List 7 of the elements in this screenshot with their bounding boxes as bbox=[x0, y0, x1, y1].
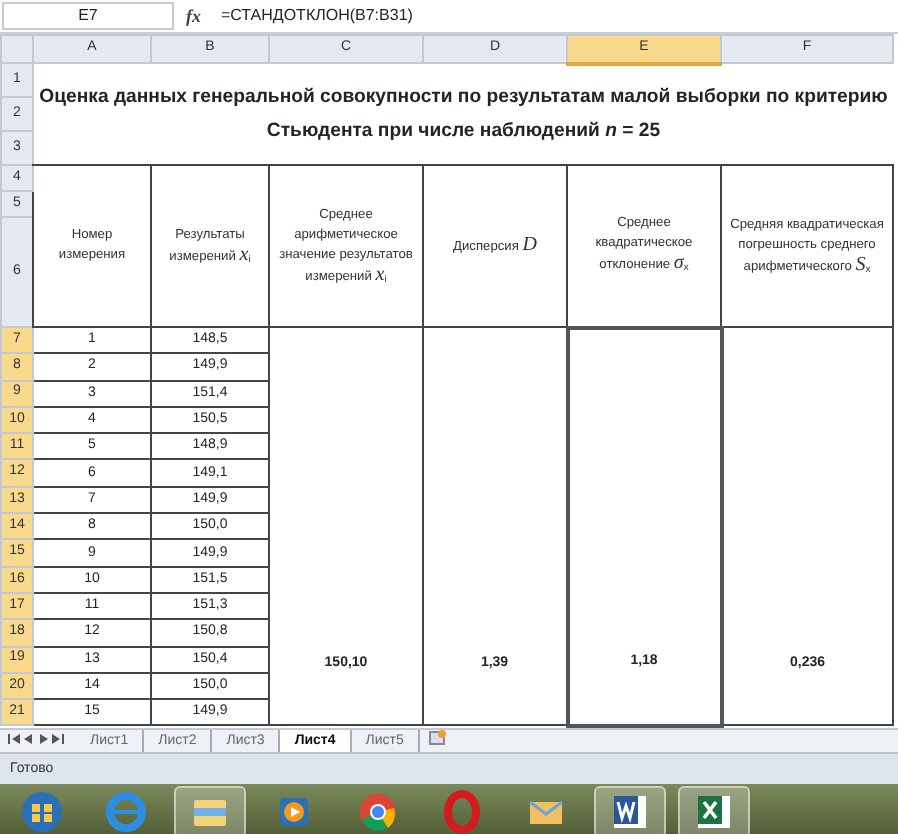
folder-icon[interactable] bbox=[174, 785, 246, 834]
insert-function-button[interactable]: fx bbox=[174, 0, 213, 32]
formula-field[interactable]: =СТАНДОТКЛОН(B7:B31) bbox=[213, 0, 413, 32]
name-box[interactable]: E7 bbox=[2, 2, 174, 30]
document-w-icon[interactable] bbox=[594, 785, 666, 834]
sheet-title: Оценка данных генеральной совокупности по результатам малой выборки по критерию Стьюдента при числе наблюдений n = 25 bbox=[39, 86, 888, 143]
spreadsheet-x-icon[interactable] bbox=[678, 785, 750, 834]
